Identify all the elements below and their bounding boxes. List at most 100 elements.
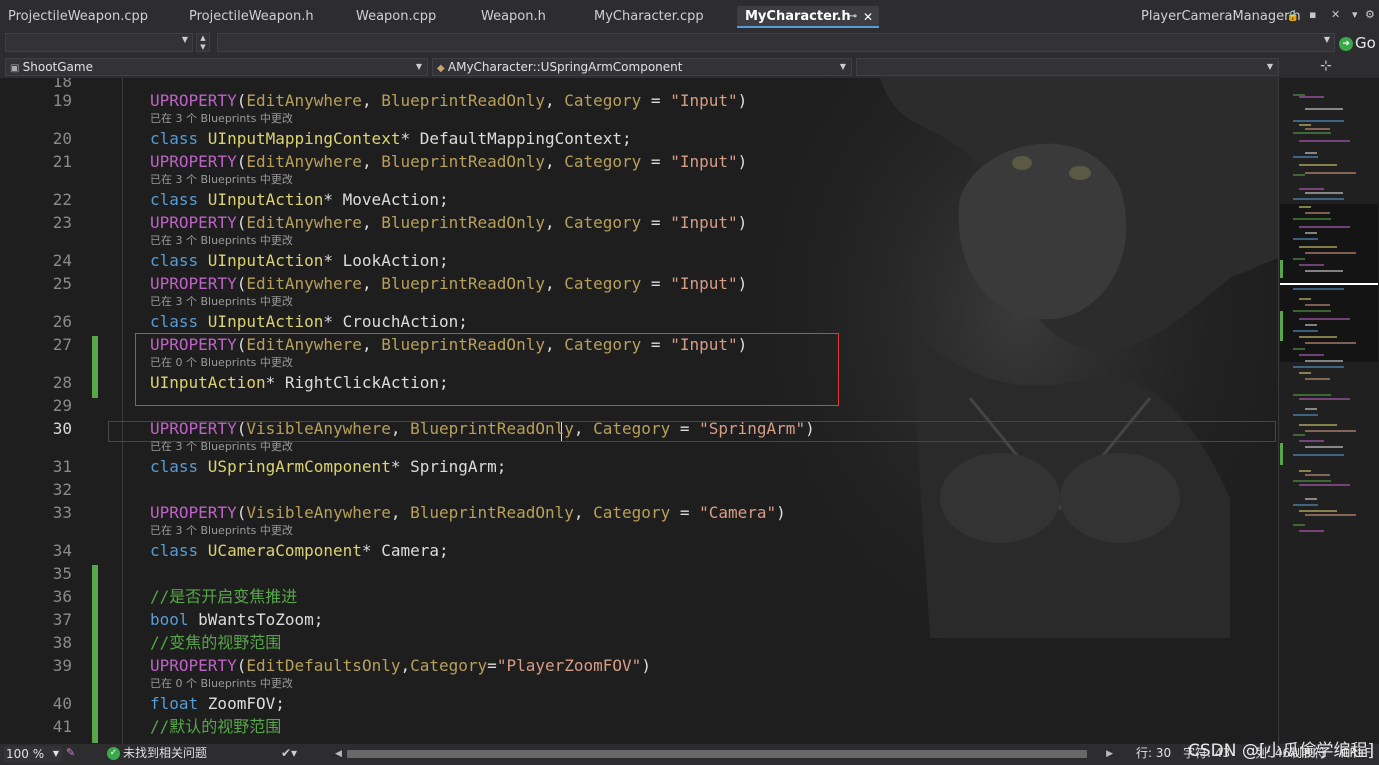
code-line[interactable]: UPROPERTY(EditAnywhere, BlueprintReadOnl… [150,335,747,355]
code-token: VisibleAnywhere [246,419,391,438]
code-line[interactable]: float ZoomFOV; [150,694,285,714]
tab-weapon-h[interactable]: Weapon.h [473,6,585,28]
blueprint-codelens-hint[interactable]: 已在 0 个 Blueprints 中更改 [150,356,293,370]
blueprint-codelens-hint[interactable]: 已在 3 个 Blueprints 中更改 [150,440,293,454]
blueprint-codelens-hint[interactable]: 已在 3 个 Blueprints 中更改 [150,112,293,126]
minimap-line [1299,398,1350,400]
code-token: ( [236,213,247,232]
minimap-line [1293,198,1344,200]
code-line[interactable]: //默认的视野范围 [150,717,281,737]
code-line[interactable]: //是否开启变焦推进 [150,587,297,607]
tab-label: Weapon.cpp [356,9,437,24]
go-button[interactable]: ➜ Go [1339,33,1376,53]
scroll-right-icon[interactable]: ▶ [1106,746,1113,762]
code-token: float [150,694,208,713]
tab-mycharacter-h[interactable]: MyCharacter.h ⊸ ✕ [737,6,879,28]
scope-combo[interactable]: ◆ AMyCharacter::USpringArmComponent ▼ [432,58,852,76]
tab-projectileweapon-h[interactable]: ProjectileWeapon.h [181,6,347,28]
line-indicator[interactable]: 行: 30 [1136,744,1171,763]
scroll-left-icon[interactable]: ◀ [335,746,342,762]
code-line[interactable]: UPROPERTY(EditDefaultsOnly,Category="Pla… [150,656,651,676]
split-editor-icon[interactable]: ⊹ [1320,58,1332,74]
code-line[interactable]: UPROPERTY(EditAnywhere, BlueprintReadOnl… [150,91,747,111]
pin-window-icon[interactable]: ▪ [1309,8,1316,21]
minimap-line [1299,206,1311,208]
tab-overflow-icon[interactable]: ▾ [1352,8,1358,21]
minimap-line [1299,372,1311,374]
tab-playercameramanager-h[interactable]: PlayerCameraManager.h 🔒 [1133,6,1303,28]
blueprint-codelens-hint[interactable]: 已在 3 个 Blueprints 中更改 [150,295,293,309]
code-editor[interactable]: 18 19 UPROPERTY(EditAnywhere, BlueprintRea… [0,78,1278,744]
member-combo[interactable]: ▼ [856,58,1279,76]
horizontal-scrollbar[interactable]: ◀ ▶ [335,746,1113,762]
blueprint-codelens-hint[interactable]: 已在 3 个 Blueprints 中更改 [150,524,293,538]
code-line[interactable]: UPROPERTY(EditAnywhere, BlueprintReadOnl… [150,213,747,233]
code-line[interactable]: class USpringArmComponent* SpringArm; [150,457,506,477]
code-token: ( [236,335,247,354]
tab-mycharacter-cpp[interactable]: MyCharacter.cpp [586,6,736,28]
line-number: 26 [52,312,72,331]
watermark: CSDN @[小瓜偷学编程] [1188,741,1375,761]
code-token: //默认的视野范围 [150,717,282,736]
chevron-down-icon: ▼ [52,749,59,758]
minimap-line [1299,246,1337,248]
tab-bar: ProjectileWeapon.cpp ProjectileWeapon.h … [0,0,1379,30]
code-token: "Input" [670,335,738,354]
close-icon[interactable]: ✕ [863,6,873,26]
minimap-line [1305,212,1330,214]
code-token: UPROPERTY [150,213,237,232]
code-line[interactable]: UPROPERTY(EditAnywhere, BlueprintReadOnl… [150,274,747,294]
history-combo[interactable]: ▼ [5,33,193,52]
code-token: UPROPERTY [150,656,237,675]
code-token: ) [805,419,815,438]
code-line[interactable]: bool bWantsToZoom; [150,610,323,630]
minimap-line [1305,192,1343,194]
minimap-line [1305,128,1330,130]
code-token: ( [236,91,247,110]
code-line[interactable]: class UCameraComponent* Camera; [150,541,449,561]
tab-projectileweapon-cpp[interactable]: ProjectileWeapon.cpp [0,6,180,28]
code-token: * [323,190,343,209]
code-line[interactable]: UInputAction* RightClickAction; [150,373,449,393]
change-marker [1280,311,1283,341]
code-token: BlueprintReadOnly [381,152,545,171]
minimap-line [1305,342,1356,344]
code-token: ; [313,610,324,629]
address-input[interactable]: ▼ [217,33,1335,52]
code-line[interactable]: class UInputAction* LookAction; [150,251,449,271]
code-line[interactable]: UPROPERTY(EditAnywhere, BlueprintReadOnl… [150,152,747,172]
line-number: 28 [52,373,72,392]
close-window-icon[interactable]: ✕ [1331,8,1340,21]
blueprint-codelens-hint[interactable]: 已在 3 个 Blueprints 中更改 [150,173,293,187]
chevron-down-icon: ▼ [415,62,422,71]
code-token: "Camera" [699,503,777,522]
blueprint-codelens-hint[interactable]: 已在 3 个 Blueprints 中更改 [150,234,293,248]
code-line[interactable]: class UInputAction* CrouchAction; [150,312,468,332]
zoom-combo[interactable]: 100 % ▼ [4,746,62,762]
pin-icon[interactable]: ⊸ [849,6,857,26]
code-line[interactable]: class UInputAction* MoveAction; [150,190,449,210]
issues-status[interactable]: 未找到相关问题 [123,744,207,763]
spin-buttons[interactable]: ▲ ▼ [196,33,210,52]
tab-label: ProjectileWeapon.h [189,9,314,24]
code-line[interactable]: UPROPERTY(VisibleAnywhere, BlueprintRead… [150,419,815,439]
minimap-line [1293,258,1305,260]
code-line[interactable]: //变焦的视野范围 [150,633,281,653]
code-line[interactable]: class UInputMappingContext* DefaultMappi… [150,129,632,149]
blueprint-codelens-hint[interactable]: 已在 0 个 Blueprints 中更改 [150,677,293,691]
code-token: , [544,213,565,232]
code-token: ( [236,274,247,293]
code-token: = [641,335,671,354]
settings-gear-icon[interactable]: ⚙ [1365,8,1375,21]
code-token: EditAnywhere [246,213,362,232]
tab-weapon-cpp[interactable]: Weapon.cpp [348,6,472,28]
navigation-bar: ▣ ShootGame ▼ ◆ AMyCharacter::USpringArmC… [0,56,1379,78]
brush-icon[interactable]: ✎ [66,746,75,759]
minimap-line [1293,454,1344,456]
minimap-scrollbar[interactable] [1278,78,1379,744]
code-cleanup-icon[interactable]: ✔▾ [281,746,297,760]
minimap-line [1299,298,1311,300]
code-line[interactable]: UPROPERTY(VisibleAnywhere, BlueprintRead… [150,503,786,523]
project-combo[interactable]: ▣ ShootGame ▼ [5,58,428,76]
scroll-thumb[interactable] [347,750,1087,758]
